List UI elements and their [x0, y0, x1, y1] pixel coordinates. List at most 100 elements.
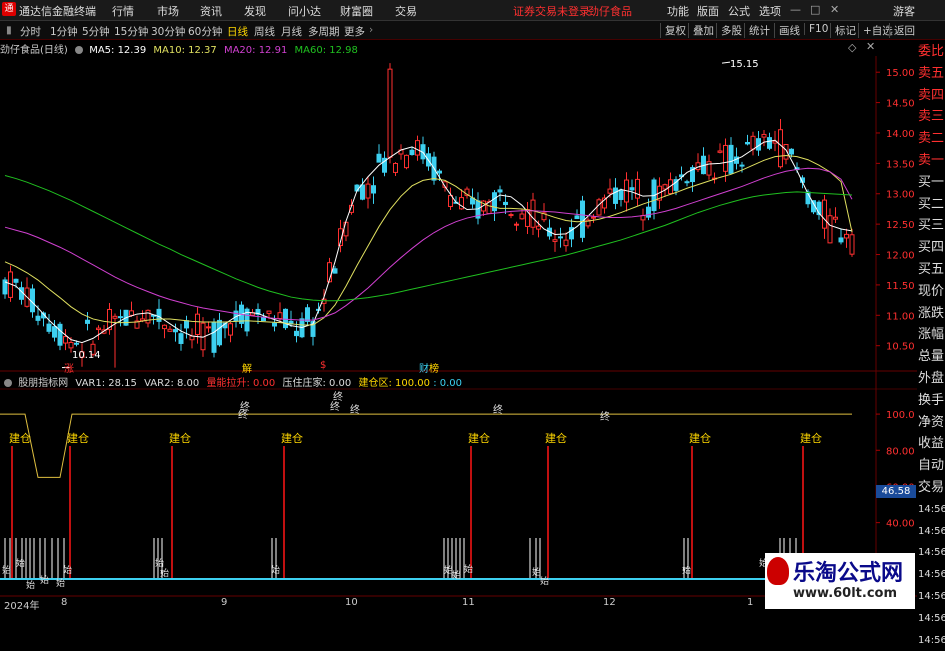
start-signal[interactable]: 始: [2, 564, 11, 576]
candle-body: [145, 309, 151, 324]
candle-body: [283, 308, 288, 329]
mark-zhang[interactable]: 涨: [64, 360, 74, 375]
start-signal[interactable]: 始: [16, 557, 25, 569]
side-item-2[interactable]: 卖四: [917, 85, 945, 107]
start-signal[interactable]: 始: [464, 563, 473, 575]
price-axis-label: 13.00: [886, 190, 915, 201]
price-axis-label: 13.50: [886, 159, 915, 170]
side-item-1[interactable]: 卖五: [917, 63, 945, 85]
candle-body: [173, 329, 178, 333]
start-signal[interactable]: 始: [63, 564, 72, 576]
start-signal[interactable]: 始: [56, 577, 65, 589]
candle-body: [35, 315, 41, 321]
side-item-17[interactable]: 净资: [917, 412, 945, 434]
side-item-10[interactable]: 买五: [917, 259, 945, 281]
side-item-19[interactable]: 自动: [917, 455, 945, 477]
start-signal[interactable]: 始: [452, 569, 461, 581]
candle-body: [750, 135, 756, 150]
candle-body: [530, 199, 536, 228]
high-price-label: 15.15: [730, 59, 759, 70]
side-item-8[interactable]: 买三: [917, 215, 945, 237]
ma10-line: [4, 154, 853, 326]
side-item-15[interactable]: 外盘: [917, 368, 945, 390]
candle-body: [305, 307, 310, 322]
mark-dollar[interactable]: $: [320, 360, 326, 371]
side-item-6[interactable]: 买一: [917, 172, 945, 194]
candle-body: [717, 150, 723, 153]
date-aug: 8: [61, 597, 68, 608]
candle-body: [217, 319, 222, 346]
side-item-27[interactable]: 14:56: [917, 630, 945, 651]
candle-body: [118, 316, 123, 319]
candle-body: [558, 236, 563, 239]
side-item-24[interactable]: 14:56: [917, 564, 945, 586]
start-signal[interactable]: 始: [40, 574, 49, 586]
side-item-11[interactable]: 现价: [917, 281, 945, 303]
end-signal[interactable]: 终: [333, 390, 343, 403]
end-signal[interactable]: 终: [350, 403, 360, 416]
mark-jie[interactable]: 解: [242, 360, 252, 375]
candle-body: [580, 200, 585, 238]
start-signal[interactable]: 始: [540, 575, 549, 587]
build-signal[interactable]: 建仓: [800, 431, 822, 445]
price-axis-label: 11.00: [886, 311, 915, 322]
start-signal[interactable]: 始: [160, 567, 169, 579]
candle-body: [492, 192, 497, 212]
start-signal[interactable]: 始: [682, 564, 691, 576]
side-item-9[interactable]: 买四: [917, 237, 945, 259]
candle-body: [849, 234, 855, 255]
side-item-18[interactable]: 收益: [917, 433, 945, 455]
build-signal[interactable]: 建仓: [689, 431, 711, 445]
candle-body: [514, 223, 519, 226]
side-item-7[interactable]: 买二: [917, 194, 945, 216]
watermark-url: www.60lt.com: [793, 586, 898, 601]
candle-body: [827, 215, 833, 244]
side-item-26[interactable]: 14:56: [917, 608, 945, 630]
price-axis-label: 11.50: [886, 281, 915, 292]
build-signal[interactable]: 建仓: [169, 431, 191, 445]
build-signal[interactable]: 建仓: [9, 431, 31, 445]
side-item-20[interactable]: 交易: [917, 477, 945, 499]
candle-body: [261, 316, 266, 322]
side-item-0[interactable]: 委比: [917, 41, 945, 63]
side-item-22[interactable]: 14:56: [917, 521, 945, 543]
mark-cai[interactable]: 财: [419, 360, 429, 375]
kline-chart[interactable]: 15.00 14.50 14.00 13.50 13.00 12.50 12.00 11.50…: [0, 0, 945, 609]
end-signal[interactable]: 终: [600, 410, 610, 423]
build-signal[interactable]: 建仓: [545, 431, 567, 445]
side-item-12[interactable]: 涨跌: [917, 303, 945, 325]
candle-body: [46, 323, 52, 332]
price-axis-label: 10.50: [886, 342, 915, 353]
candle-body: [112, 315, 118, 319]
candle-body: [596, 199, 602, 216]
build-signal[interactable]: 建仓: [468, 431, 490, 445]
candle-body: [277, 312, 283, 320]
start-signal[interactable]: 始: [26, 579, 35, 591]
side-item-5[interactable]: 卖一: [917, 150, 945, 172]
side-item-23[interactable]: 14:56: [917, 542, 945, 564]
candle-body: [646, 206, 651, 218]
side-item-21[interactable]: 14:56: [917, 499, 945, 521]
candle-body: [789, 148, 794, 155]
side-item-16[interactable]: 换手: [917, 390, 945, 412]
end-signal[interactable]: 终: [240, 400, 250, 413]
start-signal[interactable]: 始: [155, 557, 164, 569]
ind-axis-label: 100.0: [886, 410, 915, 421]
side-item-4[interactable]: 卖二: [917, 128, 945, 150]
side-item-14[interactable]: 总量: [917, 346, 945, 368]
build-signal[interactable]: 建仓: [67, 431, 89, 445]
candle-body: [195, 313, 200, 336]
date-oct: 10: [345, 597, 358, 608]
candle-body: [552, 239, 558, 242]
side-item-25[interactable]: 14:56: [917, 586, 945, 608]
end-signal[interactable]: 终: [493, 403, 503, 416]
mark-bang[interactable]: 榜: [429, 360, 439, 375]
build-signal[interactable]: 建仓: [281, 431, 303, 445]
candle-body: [508, 214, 514, 217]
side-item-3[interactable]: 卖三: [917, 106, 945, 128]
var-line: [0, 413, 852, 478]
candle-body: [343, 221, 349, 237]
start-signal[interactable]: 始: [271, 564, 280, 576]
side-item-13[interactable]: 涨幅: [917, 324, 945, 346]
candle-body: [272, 322, 277, 327]
